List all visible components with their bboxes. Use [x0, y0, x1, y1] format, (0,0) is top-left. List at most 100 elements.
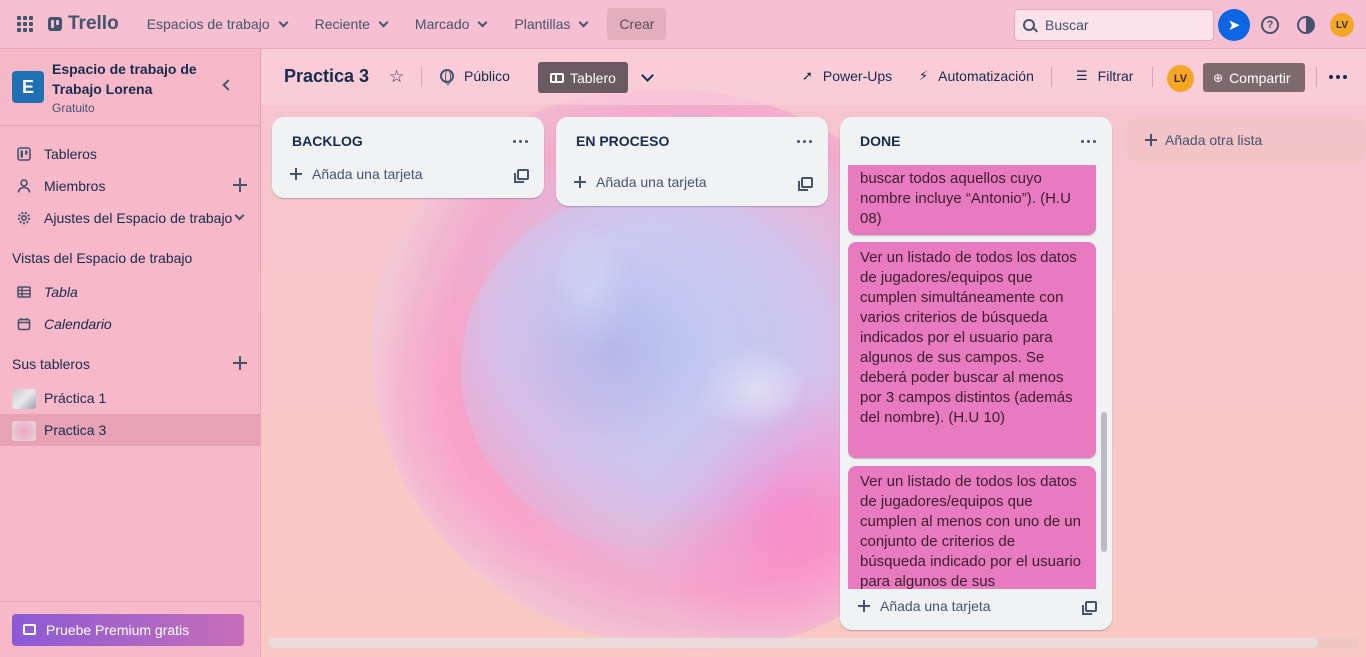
card-list: buscar todos aquellos cuyo nombre incluy…: [848, 165, 1100, 589]
nav-templates[interactable]: Plantillas: [502, 8, 599, 40]
trello-logo-icon: [48, 17, 62, 31]
list-title[interactable]: BACKLOG: [292, 133, 363, 149]
add-list-button[interactable]: Añada otra lista: [1125, 117, 1366, 163]
share-button[interactable]: ⊕ Compartir: [1203, 63, 1305, 92]
board-header: Practica 3 ☆ Público Tablero ➚ Power-Ups…: [261, 49, 1366, 105]
card-template-icon[interactable]: [798, 177, 813, 191]
plus-icon: [1145, 134, 1157, 146]
chevron-down-icon[interactable]: [234, 210, 245, 221]
chevron-down-icon: [477, 17, 488, 27]
add-card-label: Añada una tarjeta: [312, 166, 423, 182]
sidebar-item-label: Tableros: [44, 146, 97, 162]
visibility-label: Público: [464, 68, 510, 84]
sidebar-item-calendar[interactable]: Calendario: [0, 308, 260, 340]
board-label: Practica 3: [44, 422, 107, 438]
sidebar-item-settings[interactable]: Ajustes del Espacio de trabajo: [0, 202, 260, 234]
card[interactable]: buscar todos aquellos cuyo nombre incluy…: [848, 165, 1096, 235]
filter-icon: ☰: [1076, 68, 1088, 83]
sidebar-item-label: Ajustes del Espacio de trabajo: [44, 210, 233, 226]
premium-trial-button[interactable]: Pruebe Premium gratis: [12, 614, 244, 646]
card[interactable]: Ver un listado de todos los datos de jug…: [848, 242, 1096, 458]
filter-button[interactable]: ☰ Filtrar: [1076, 68, 1133, 84]
power-ups-button[interactable]: ➚ Power-Ups: [802, 68, 892, 84]
chevron-down-icon: [578, 17, 589, 27]
add-card-button[interactable]: Añada una tarjeta: [290, 166, 423, 182]
card[interactable]: Ver un listado de todos los datos de jug…: [848, 466, 1096, 589]
nav-recent[interactable]: Reciente: [303, 8, 399, 40]
add-member-icon[interactable]: [233, 178, 247, 192]
workspace-sidebar: E Espacio de trabajo de Trabajo Lorena G…: [0, 49, 261, 657]
views-heading: Vistas del Espacio de trabajo: [12, 250, 193, 266]
background-glass-highlight: [461, 189, 841, 549]
chevron-down-icon[interactable]: [641, 69, 654, 82]
automation-button[interactable]: ⚡ Automatización: [919, 68, 1034, 84]
list-title[interactable]: EN PROCESO: [576, 133, 669, 149]
member-avatar[interactable]: LV: [1167, 65, 1194, 92]
sidebar-item-label: Tabla: [44, 284, 78, 300]
board-thumbnail: [12, 421, 36, 441]
board-thumbnail: [12, 389, 36, 409]
boards-heading: Sus tableros: [12, 356, 90, 372]
app-switcher-icon[interactable]: [10, 9, 40, 39]
nav-recent-label: Reciente: [314, 16, 370, 32]
help-icon[interactable]: ?: [1254, 9, 1286, 41]
sidebar-board-practica-1[interactable]: Práctica 1: [0, 382, 260, 414]
add-board-button[interactable]: [220, 348, 260, 380]
plus-icon: [574, 176, 586, 188]
user-avatar[interactable]: LV: [1330, 13, 1354, 37]
board-view-icon: [550, 72, 564, 83]
list-title[interactable]: DONE: [860, 133, 900, 149]
collapse-sidebar-icon[interactable]: [222, 79, 234, 91]
table-icon: [17, 286, 31, 298]
add-person-icon: ⊕: [1213, 70, 1224, 85]
premium-label: Pruebe Premium gratis: [46, 622, 190, 638]
add-card-button[interactable]: Añada una tarjeta: [574, 174, 707, 190]
header-divider: [1316, 67, 1317, 87]
card-template-icon[interactable]: [1082, 601, 1097, 615]
sidebar-board-practica-3[interactable]: Practica 3: [0, 414, 260, 446]
sidebar-item-boards[interactable]: Tableros: [0, 138, 260, 170]
nav-workspaces[interactable]: Espacios de trabajo: [135, 8, 299, 40]
gear-icon: [17, 211, 31, 225]
board-horizontal-scrollbar[interactable]: [268, 638, 1318, 648]
sidebar-item-table[interactable]: Tabla: [0, 276, 260, 308]
board-title[interactable]: Practica 3: [284, 66, 369, 87]
create-button[interactable]: Crear: [607, 8, 667, 40]
workspace-badge: E: [12, 71, 44, 103]
sidebar-item-label: Miembros: [44, 178, 106, 194]
list-done: DONE buscar todos aquellos cuyo nombre i…: [840, 117, 1112, 630]
add-card-button[interactable]: Añada una tarjeta: [858, 598, 991, 614]
nav-starred[interactable]: Marcado: [403, 8, 498, 40]
board-view-button[interactable]: Tablero: [538, 62, 628, 93]
workspace-name[interactable]: Espacio de trabajo de Trabajo Lorena: [52, 59, 212, 99]
list-menu-icon[interactable]: [1081, 140, 1096, 143]
add-card-label: Añada una tarjeta: [596, 174, 707, 190]
list-menu-icon[interactable]: [513, 140, 528, 143]
board-icon: [17, 147, 31, 161]
visibility-button[interactable]: Público: [440, 68, 510, 85]
card-template-icon[interactable]: [514, 169, 529, 183]
board-canvas: Practica 3 ☆ Público Tablero ➚ Power-Ups…: [261, 49, 1366, 657]
list-scrollbar[interactable]: [1101, 412, 1107, 552]
board-label: Práctica 1: [44, 390, 107, 406]
add-list-label: Añada otra lista: [1165, 132, 1263, 148]
plus-icon: [233, 356, 247, 370]
calendar-icon: [17, 318, 31, 331]
star-icon[interactable]: ☆: [389, 67, 404, 87]
nav-templates-label: Plantillas: [514, 16, 571, 32]
add-card-label: Añada una tarjeta: [880, 598, 991, 614]
globe-icon: [440, 69, 454, 85]
view-label: Tablero: [570, 69, 616, 86]
more-options-icon[interactable]: [1329, 75, 1347, 79]
rocket-icon[interactable]: ➤: [1218, 9, 1250, 41]
trello-logo[interactable]: Trello: [48, 13, 119, 35]
search-placeholder: Buscar: [1045, 17, 1089, 33]
sidebar-item-label: Calendario: [44, 316, 112, 332]
theme-toggle-icon[interactable]: [1290, 9, 1322, 41]
search-icon: [1023, 19, 1035, 31]
rocket-icon: ➚: [802, 68, 813, 83]
search-input[interactable]: Buscar: [1014, 9, 1214, 41]
list-en-proceso: EN PROCESO Añada una tarjeta: [556, 117, 828, 206]
sidebar-item-members[interactable]: Miembros: [0, 170, 260, 202]
list-menu-icon[interactable]: [797, 140, 812, 143]
